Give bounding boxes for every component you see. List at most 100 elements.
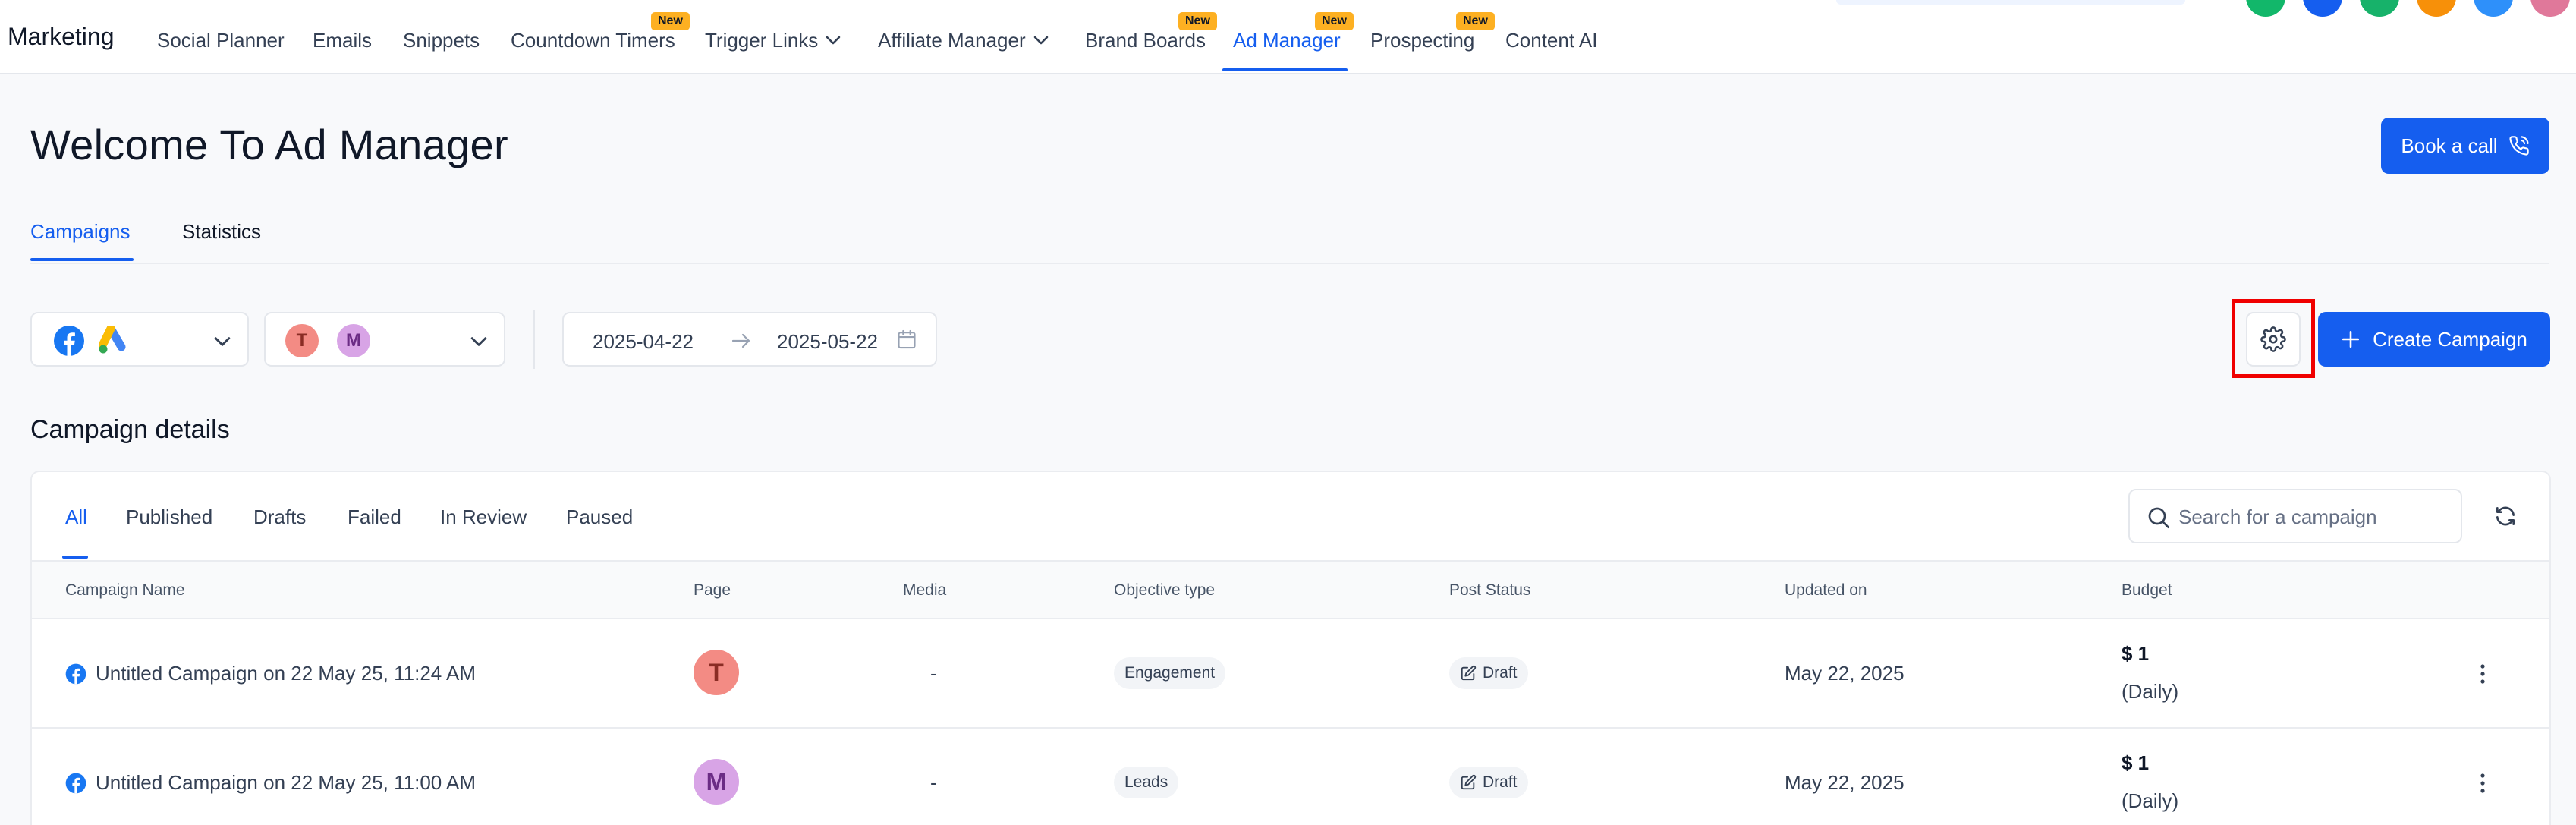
nav-snippets[interactable]: Snippets (403, 29, 480, 52)
campaign-name-link[interactable]: Untitled Campaign on 22 May 25, 11:24 AM (96, 662, 476, 685)
page-avatar: T (694, 650, 739, 695)
nav-trigger-links-label: Trigger Links (705, 29, 819, 52)
global-search-bar[interactable] (1836, 0, 2185, 5)
search-icon (2148, 507, 2169, 528)
nav-content-ai[interactable]: Content AI (1505, 29, 1597, 52)
header-action-icon[interactable] (2246, 0, 2285, 17)
tab-active-indicator (30, 258, 134, 261)
campaign-details-card: All Published Drafts Failed In Review Pa… (30, 471, 2551, 825)
updated-date: May 22, 2025 (1785, 771, 1904, 794)
new-badge: New (651, 12, 690, 30)
nav-brand-boards[interactable]: Brand Boards (1085, 29, 1206, 52)
nav-affiliate-manager-label: Affiliate Manager (878, 29, 1026, 52)
settings-highlight-box (2232, 299, 2315, 378)
campaign-details-title: Campaign details (30, 415, 230, 444)
date-range-picker[interactable]: 2025-04-22 2025-05-22 (562, 312, 937, 367)
column-objective-type[interactable]: Objective type (1114, 581, 1215, 600)
campaign-search-input[interactable] (2178, 499, 2452, 534)
chevron-down-icon (470, 337, 487, 346)
header-action-icon[interactable] (2474, 0, 2513, 17)
status-badge: Draft (1449, 767, 1528, 798)
column-budget[interactable]: Budget (2122, 581, 2172, 600)
page-title: Welcome To Ad Manager (30, 121, 508, 168)
platform-selector[interactable] (30, 312, 249, 367)
status-tab-drafts[interactable]: Drafts (253, 505, 306, 529)
book-call-label: Book a call (2401, 134, 2498, 157)
account-avatar: M (337, 324, 370, 357)
new-badge: New (1456, 12, 1495, 30)
nav-emails[interactable]: Emails (313, 29, 372, 52)
tabs-divider (30, 263, 2549, 264)
nav-prospecting[interactable]: Prospecting (1370, 29, 1474, 52)
more-options-icon[interactable] (2475, 771, 2490, 795)
account-avatar: T (285, 324, 319, 357)
new-badge: New (1315, 12, 1354, 30)
nav-affiliate-manager[interactable]: Affiliate Manager (878, 29, 1049, 52)
refresh-button[interactable] (2490, 501, 2521, 531)
book-call-button[interactable]: Book a call (2381, 118, 2549, 174)
nav-ad-manager[interactable]: Ad Manager (1233, 29, 1341, 52)
top-navigation: Marketing Social Planner Emails Snippets… (0, 0, 2576, 74)
column-page[interactable]: Page (694, 581, 731, 600)
page-avatar: M (694, 759, 739, 805)
nav-trigger-links[interactable]: Trigger Links (705, 29, 841, 52)
status-tab-in-review[interactable]: In Review (440, 505, 527, 529)
table-row[interactable]: Untitled Campaign on 22 May 25, 11:00 AM… (32, 729, 2549, 825)
tab-campaigns[interactable]: Campaigns (30, 220, 131, 244)
more-options-icon[interactable] (2475, 662, 2490, 686)
media-value: - (930, 771, 937, 794)
user-avatar[interactable] (2530, 0, 2570, 17)
objective-pill: Engagement (1114, 657, 1226, 689)
campaign-search-box[interactable] (2128, 489, 2462, 543)
nav-social-planner[interactable]: Social Planner (157, 29, 285, 52)
status-tab-all[interactable]: All (65, 505, 87, 529)
header-action-icon[interactable] (2417, 0, 2456, 17)
calendar-icon (898, 329, 916, 349)
chevron-down-icon (826, 36, 841, 45)
media-value: - (930, 662, 937, 685)
column-post-status[interactable]: Post Status (1449, 581, 1530, 600)
nav-active-indicator (1222, 68, 1348, 71)
create-campaign-label: Create Campaign (2373, 327, 2527, 351)
budget-amount: $ 1 (2122, 751, 2150, 774)
header-action-icon[interactable] (2360, 0, 2399, 17)
nav-countdown-timers[interactable]: Countdown Timers (511, 29, 675, 52)
facebook-icon (65, 663, 86, 685)
tab-statistics[interactable]: Statistics (182, 220, 261, 244)
campaign-name-link[interactable]: Untitled Campaign on 22 May 25, 11:00 AM (96, 771, 476, 795)
chevron-down-icon (1033, 36, 1048, 45)
arrow-right-icon (731, 333, 750, 348)
updated-date: May 22, 2025 (1785, 662, 1904, 685)
date-end: 2025-05-22 (777, 330, 878, 353)
status-badge: Draft (1449, 657, 1528, 689)
status-tab-active-indicator (62, 556, 88, 559)
column-campaign-name[interactable]: Campaign Name (65, 581, 185, 600)
date-start: 2025-04-22 (593, 330, 694, 353)
budget-amount: $ 1 (2122, 642, 2150, 665)
chevron-down-icon (214, 337, 231, 346)
column-media[interactable]: Media (903, 581, 946, 600)
column-updated-on[interactable]: Updated on (1785, 581, 1867, 600)
table-row[interactable]: Untitled Campaign on 22 May 25, 11:24 AM… (32, 619, 2549, 729)
refresh-icon (2496, 506, 2515, 526)
status-label: Draft (1483, 773, 1518, 791)
status-tab-failed[interactable]: Failed (348, 505, 401, 529)
create-campaign-button[interactable]: Create Campaign (2318, 312, 2550, 367)
status-tab-published[interactable]: Published (126, 505, 212, 529)
table-header: Campaign Name Page Media Objective type … (32, 560, 2549, 619)
google-ads-icon (99, 326, 126, 354)
budget-period: (Daily) (2122, 680, 2179, 703)
facebook-icon (54, 326, 84, 356)
ad-account-selector[interactable]: T M (264, 312, 505, 367)
new-badge: New (1178, 12, 1217, 30)
phone-call-icon (2508, 136, 2529, 156)
status-tab-paused[interactable]: Paused (566, 505, 633, 529)
edit-icon (1461, 665, 1477, 681)
plus-icon (2342, 330, 2360, 348)
header-action-icon[interactable] (2303, 0, 2342, 17)
objective-pill: Leads (1114, 767, 1179, 798)
budget-period: (Daily) (2122, 789, 2179, 812)
filter-divider (533, 310, 535, 369)
edit-icon (1461, 774, 1477, 790)
facebook-icon (65, 773, 86, 794)
